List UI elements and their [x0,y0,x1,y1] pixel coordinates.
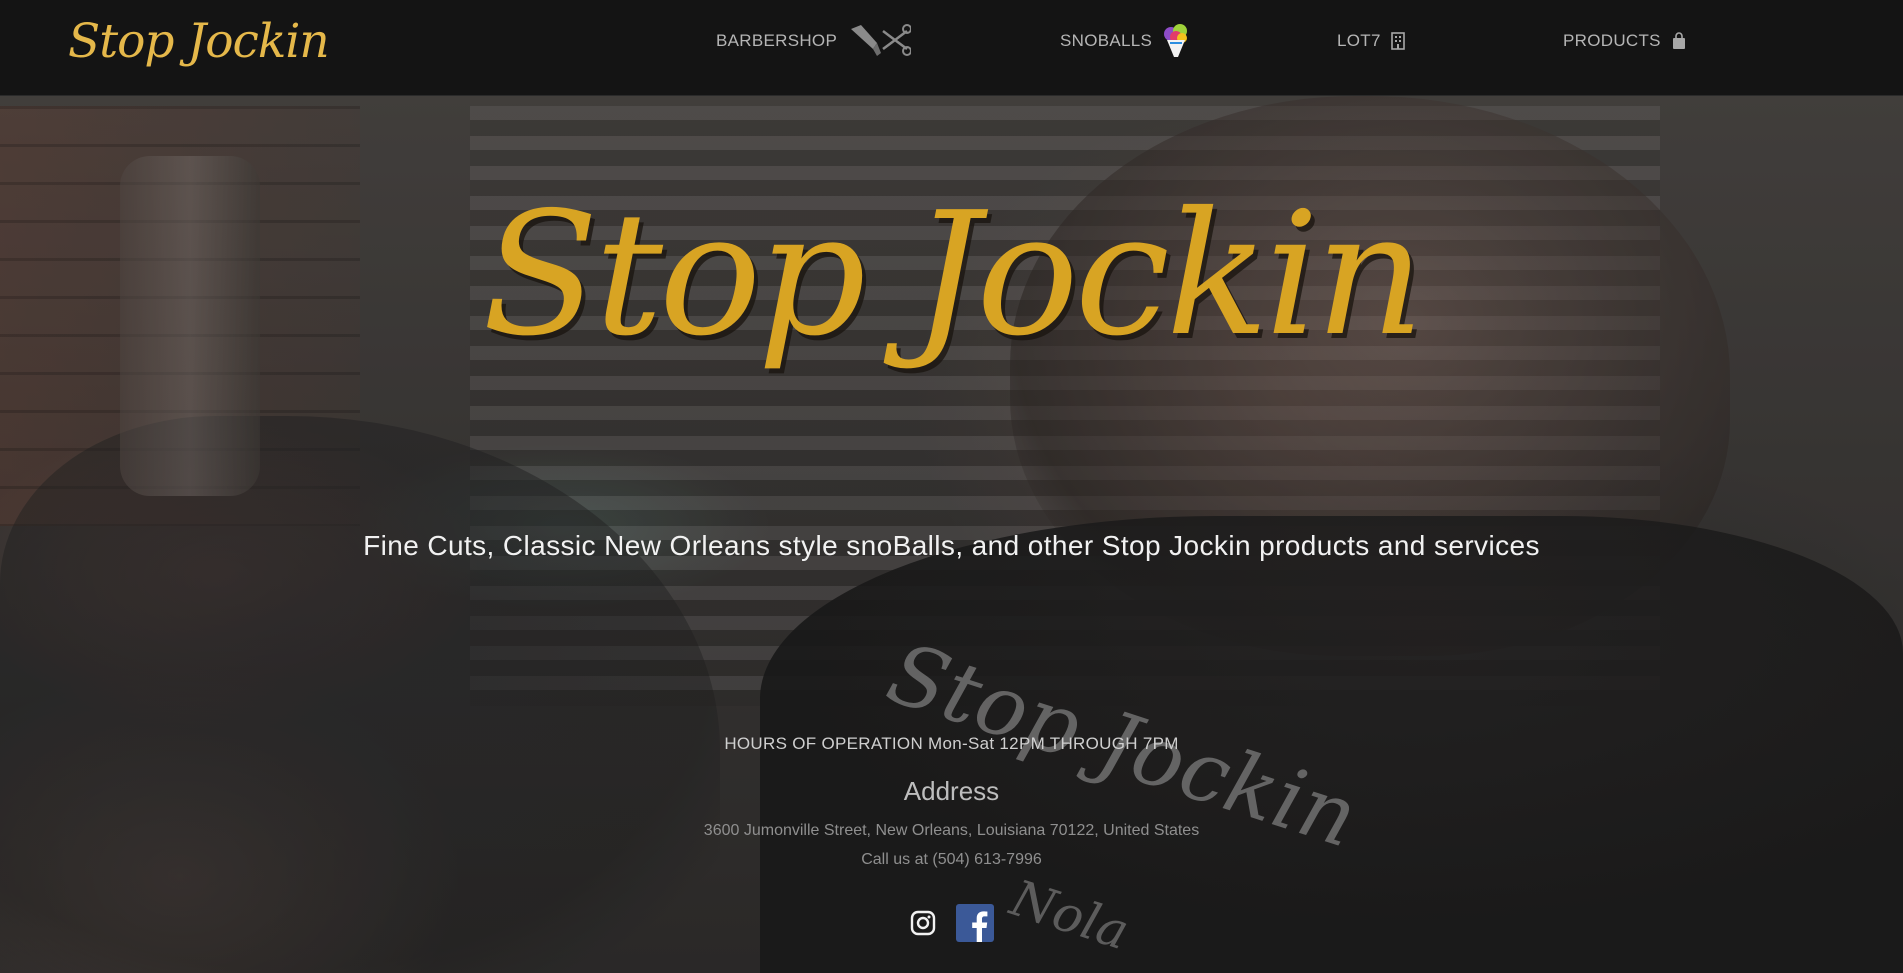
phone-text: Call us at (504) 613-7996 [861,851,1042,868]
nav-item-lot7[interactable]: LOT7 [1337,26,1405,56]
top-navbar: Stop Jockin BARBERSHOP SNOBALLS LOT7 PRO… [0,0,1903,96]
barber-tools-icon [847,23,912,59]
snoball-icon [1162,23,1190,59]
shopping-bag-icon [1671,32,1687,50]
hours-of-operation: HOURS OF OPERATION Mon-Sat 12PM THROUGH … [724,734,1179,753]
nav-item-snoballs[interactable]: SNOBALLS [1060,23,1190,59]
address-text: 3600 Jumonville Street, New Orleans, Lou… [703,822,1200,839]
brand-logo-link[interactable]: Stop Jockin [68,14,330,69]
hero-tagline: Fine Cuts, Classic New Orleans style sno… [363,530,1540,561]
instagram-link[interactable] [910,910,936,940]
facebook-icon [955,904,994,946]
building-icon [1390,32,1405,50]
hero-title: Stop Jockin [482,176,1425,374]
hero-section: Stop Jockin Nola Stop Jockin Fine Cuts, … [0,96,1903,973]
facebook-link[interactable] [955,904,994,946]
nav-item-label: SNOBALLS [1060,31,1153,50]
page: Stop Jockin BARBERSHOP SNOBALLS LOT7 PRO… [0,0,1903,973]
nav-item-barbershop[interactable]: BARBERSHOP [716,23,912,59]
address-heading: Address [903,776,1000,806]
instagram-icon [910,910,936,940]
nav-item-label: BARBERSHOP [716,31,838,50]
nav-item-products[interactable]: PRODUCTS [1563,26,1687,56]
social-links [0,904,1903,946]
nav-item-label: PRODUCTS [1563,31,1661,50]
nav-item-label: LOT7 [1337,31,1381,50]
